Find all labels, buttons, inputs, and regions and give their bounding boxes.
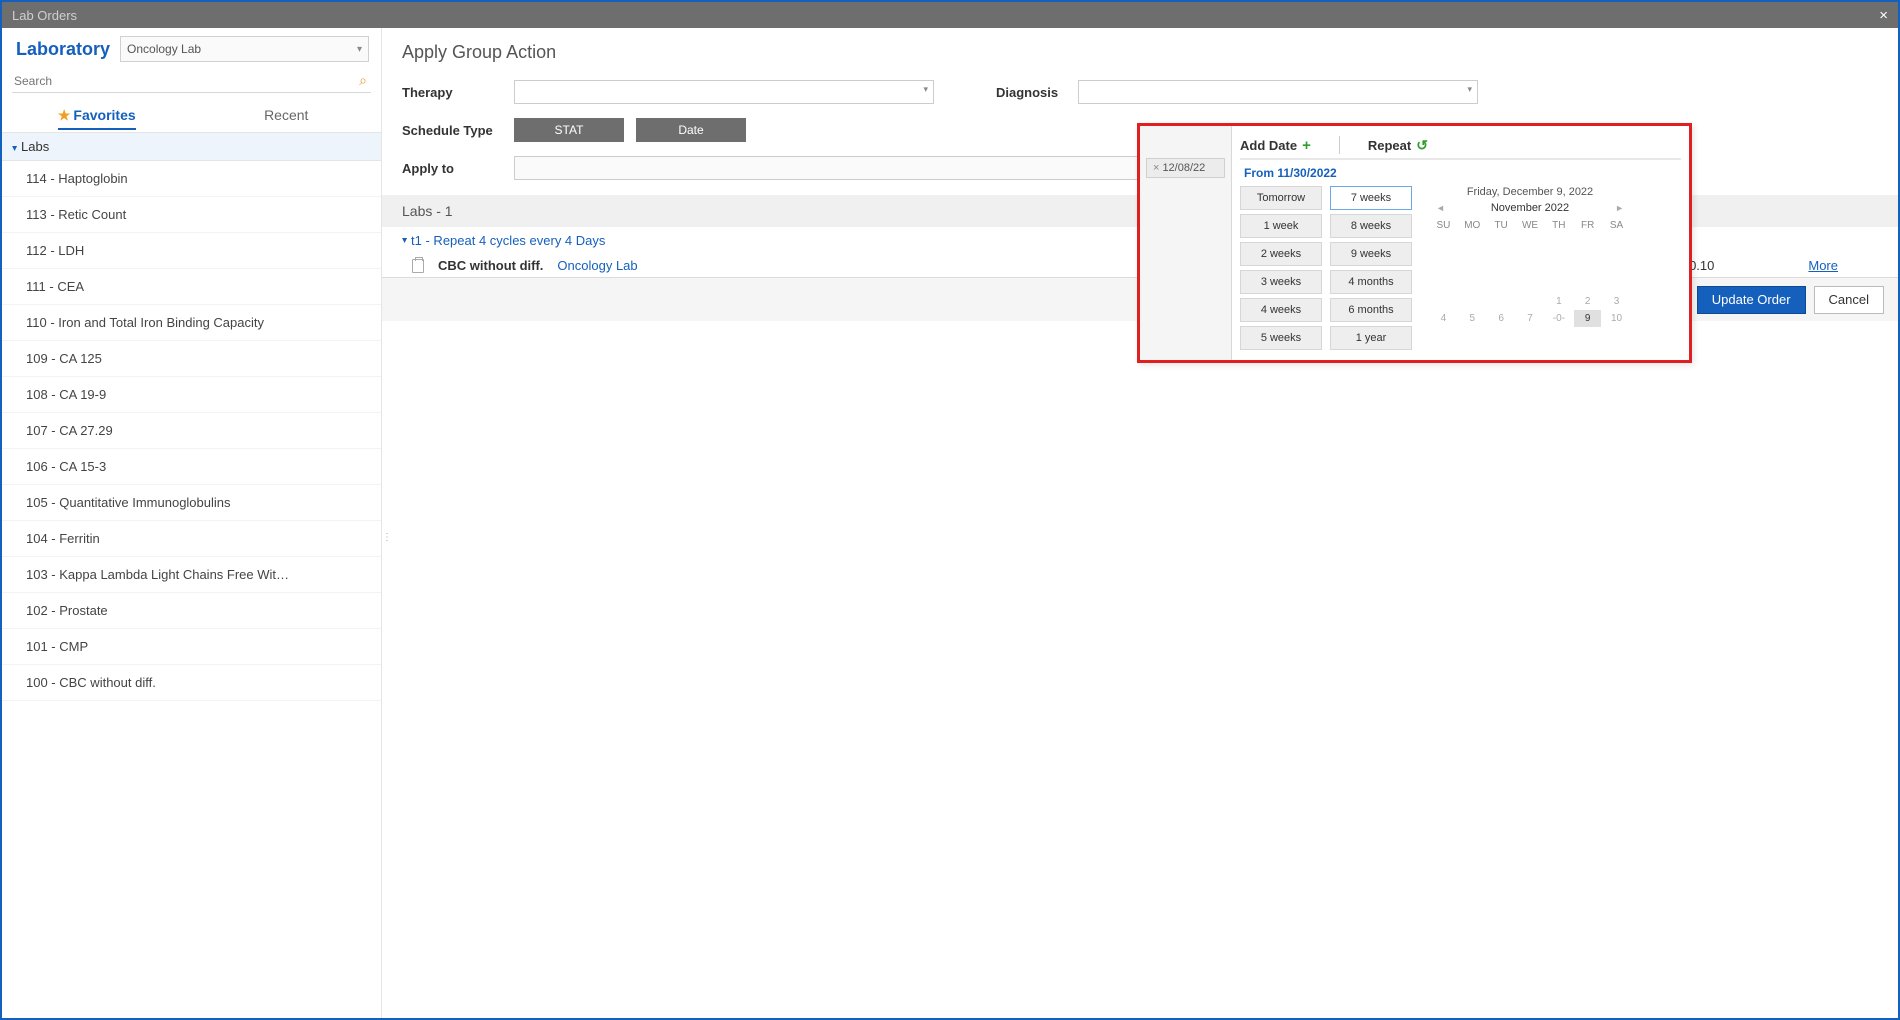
therapy-select[interactable] — [514, 80, 934, 104]
calendar-day[interactable]: 2 — [1574, 293, 1601, 310]
undo-icon: ↺ — [1416, 137, 1428, 154]
calendar: Friday, December 9, 2022 ◄ November 2022… — [1430, 186, 1630, 350]
repeat-tab[interactable]: Repeat ↺ — [1368, 137, 1428, 154]
lab-selector-value: Oncology Lab — [127, 42, 201, 56]
quick-range-button[interactable]: 1 week — [1240, 214, 1322, 238]
sidebar-item[interactable]: 106 - CA 15-3 — [2, 449, 381, 485]
plus-icon: + — [1302, 137, 1311, 154]
calendar-weekday: FR — [1574, 218, 1601, 233]
quick-range-button[interactable]: Tomorrow — [1240, 186, 1322, 210]
tab-recent[interactable]: Recent — [192, 99, 382, 132]
calendar-weekday: TH — [1545, 218, 1572, 233]
calendar-day[interactable]: 7 — [1517, 310, 1544, 327]
update-order-button[interactable]: Update Order — [1697, 286, 1806, 314]
calendar-day[interactable]: 9 — [1574, 310, 1601, 327]
sidebar-item[interactable]: 109 - CA 125 — [2, 341, 381, 377]
date-picker-popup: × 12/08/22 Add Date + Repeat — [1137, 123, 1692, 363]
calendar-day[interactable]: 6 — [1488, 310, 1515, 327]
calendar-day — [1430, 293, 1457, 310]
diagnosis-label: Diagnosis — [996, 85, 1066, 100]
calendar-day[interactable]: -0- — [1545, 310, 1572, 327]
search-icon[interactable]: ⌕ — [359, 72, 367, 89]
quick-range-button[interactable]: 5 weeks — [1240, 326, 1322, 350]
splitter-handle[interactable]: ⋮ — [382, 532, 392, 543]
sidebar-item[interactable]: 108 - CA 19-9 — [2, 377, 381, 413]
tab-favorites[interactable]: ★Favorites — [2, 99, 192, 132]
sidebar-item[interactable]: 100 - CBC without diff. — [2, 665, 381, 701]
chevron-down-icon: ▾ — [357, 44, 362, 55]
quick-range-button[interactable]: 3 weeks — [1240, 270, 1322, 294]
calendar-day[interactable]: 5 — [1459, 310, 1486, 327]
quick-range-button[interactable]: 1 year — [1330, 326, 1412, 350]
sidebar-item[interactable]: 114 - Haptoglobin — [2, 161, 381, 197]
cancel-button[interactable]: Cancel — [1814, 286, 1884, 314]
calendar-day[interactable]: 4 — [1430, 310, 1457, 327]
sidebar-item[interactable]: 113 - Retic Count — [2, 197, 381, 233]
calendar-day — [1488, 293, 1515, 310]
calendar-day[interactable]: 1 — [1545, 293, 1572, 310]
sidebar-title: Laboratory — [16, 39, 110, 60]
lab-selector[interactable]: Oncology Lab ▾ — [120, 36, 369, 62]
window-title: Lab Orders — [12, 8, 77, 23]
date-button[interactable]: Date — [636, 118, 746, 142]
lab-order-name: CBC without diff. — [438, 258, 543, 273]
quick-range-button[interactable]: 4 months — [1330, 270, 1412, 294]
selected-dates-column: × 12/08/22 — [1140, 126, 1232, 360]
sidebar-item[interactable]: 103 - Kappa Lambda Light Chains Free Wit… — [2, 557, 381, 593]
quick-range-buttons: Tomorrow 1 week 2 weeks 3 weeks 4 weeks 5 wee… — [1240, 186, 1412, 350]
quick-range-button[interactable]: 2 weeks — [1240, 242, 1322, 266]
chevron-down-icon: ▸ — [9, 146, 20, 151]
sidebar-item[interactable]: 101 - CMP — [2, 629, 381, 665]
calendar-full-date: Friday, December 9, 2022 — [1430, 186, 1630, 198]
more-link[interactable]: More — [1808, 258, 1838, 273]
sidebar-item[interactable]: 105 - Quantitative Immunoglobulins — [2, 485, 381, 521]
lab-order-location[interactable]: Oncology Lab — [557, 258, 637, 273]
search-input[interactable] — [12, 70, 371, 93]
quick-range-button[interactable]: 7 weeks — [1330, 186, 1412, 210]
therapy-label: Therapy — [402, 85, 502, 100]
quick-range-button[interactable]: 6 months — [1330, 298, 1412, 322]
stat-button[interactable]: STAT — [514, 118, 624, 142]
diagnosis-select[interactable] — [1078, 80, 1478, 104]
quick-range-button[interactable]: 9 weeks — [1330, 242, 1412, 266]
quick-range-button[interactable]: 4 weeks — [1240, 298, 1322, 322]
quick-range-button[interactable]: 8 weeks — [1330, 214, 1412, 238]
schedule-type-label: Schedule Type — [402, 123, 502, 138]
calendar-weekday: MO — [1459, 218, 1486, 233]
sidebar: Laboratory Oncology Lab ▾ ⌕ ★Favorites R… — [2, 28, 382, 1018]
calendar-weekday: SU — [1430, 218, 1457, 233]
calendar-next-icon[interactable]: ► — [1615, 203, 1624, 213]
section-title: Apply Group Action — [382, 28, 1898, 73]
calendar-month: November 2022 — [1491, 202, 1569, 214]
sidebar-item[interactable]: 112 - LDH — [2, 233, 381, 269]
calendar-day[interactable]: 3 — [1603, 293, 1630, 310]
main-panel: Apply Group Action Therapy Diagnosis Sch… — [382, 28, 1898, 1018]
star-icon: ★ — [58, 107, 71, 130]
close-icon[interactable]: × — [1879, 7, 1888, 24]
divider — [1339, 136, 1340, 154]
chevron-down-icon: ▸ — [399, 238, 410, 243]
calendar-weekday: WE — [1517, 218, 1544, 233]
sidebar-item[interactable]: 104 - Ferritin — [2, 521, 381, 557]
sidebar-list: 114 - Haptoglobin113 - Retic Count112 - … — [2, 161, 381, 1018]
sidebar-item[interactable]: 110 - Iron and Total Iron Binding Capaci… — [2, 305, 381, 341]
from-date-text: From 11/30/2022 — [1244, 166, 1681, 180]
sidebar-item[interactable]: 102 - Prostate — [2, 593, 381, 629]
calendar-day[interactable]: 10 — [1603, 310, 1630, 327]
calendar-weekday: TU — [1488, 218, 1515, 233]
apply-to-label: Apply to — [402, 161, 502, 176]
remove-date-icon[interactable]: × — [1153, 162, 1159, 174]
calendar-weekday: SA — [1603, 218, 1630, 233]
sidebar-item[interactable]: 107 - CA 27.29 — [2, 413, 381, 449]
date-chip[interactable]: × 12/08/22 — [1146, 158, 1225, 178]
add-date-tab[interactable]: Add Date + — [1240, 137, 1311, 154]
clipboard-icon[interactable] — [412, 259, 424, 273]
sidebar-item[interactable]: 111 - CEA — [2, 269, 381, 305]
calendar-prev-icon[interactable]: ◄ — [1436, 203, 1445, 213]
calendar-day — [1459, 293, 1486, 310]
calendar-day — [1517, 293, 1544, 310]
sidebar-group-labs[interactable]: ▸Labs — [2, 133, 381, 161]
